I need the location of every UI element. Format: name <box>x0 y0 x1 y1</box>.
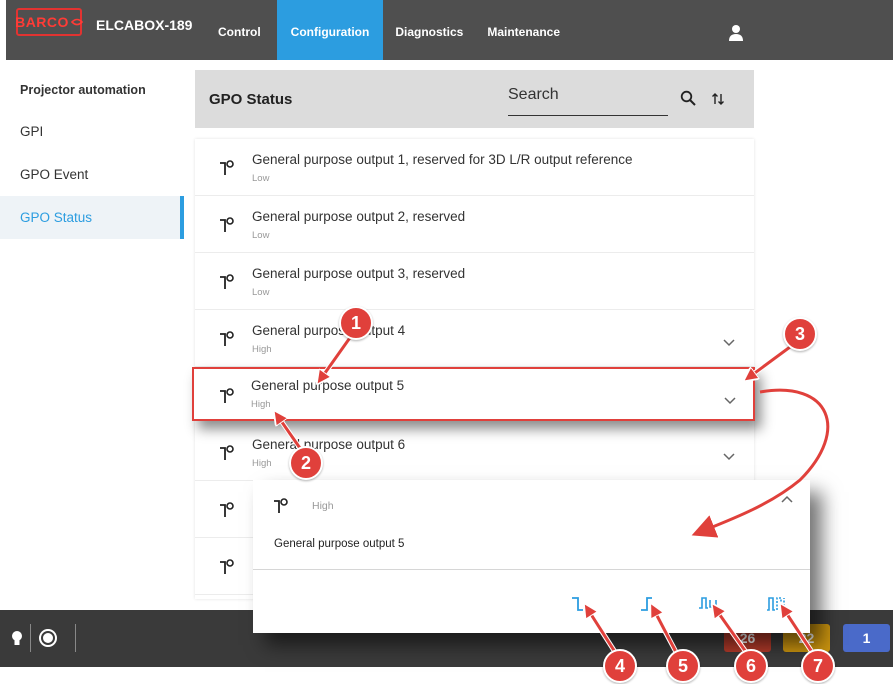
gpo-row-title: General purpose output 3, reserved <box>252 266 466 281</box>
divider <box>75 624 76 652</box>
set-low-icon[interactable] <box>567 594 589 614</box>
chevron-down-icon[interactable] <box>723 453 735 461</box>
gpo-detail-panel: High General purpose output 5 <box>253 480 810 633</box>
gpo-row-title: General purpose output 5 <box>251 378 405 393</box>
content-header: GPO Status Search <box>195 70 754 128</box>
gpo-output-icon <box>274 498 288 513</box>
pulse-high-icon[interactable] <box>697 594 719 614</box>
power-status-icon[interactable] <box>38 628 58 648</box>
sidebar-item-gpo-status[interactable]: GPO Status <box>0 196 184 239</box>
main-nav: Control Configuration Diagnostics Mainte… <box>206 0 572 60</box>
gpo-row-status: High <box>251 399 271 410</box>
callout-1: 1 <box>339 306 373 340</box>
gpo-detail-status: High <box>312 500 334 512</box>
gpo-row-status: Low <box>252 287 270 298</box>
pulse-train-icon[interactable] <box>766 594 788 614</box>
callout-5: 5 <box>666 649 700 683</box>
gpo-output-icon <box>220 559 234 574</box>
callout-6: 6 <box>734 649 768 683</box>
gpo-row-title: General purpose output 1, reserved for 3… <box>252 152 633 167</box>
gpo-output-icon <box>220 217 234 232</box>
gpo-output-icon <box>220 331 234 346</box>
callout-4: 4 <box>603 649 637 683</box>
page-title: GPO Status <box>209 91 293 108</box>
gpo-output-icon <box>220 502 234 517</box>
gpo-row-2[interactable]: General purpose output 2, reserved Low <box>195 196 754 253</box>
logo-swoosh-icon <box>70 18 83 26</box>
gpo-row-6[interactable]: General purpose output 6 High <box>195 424 754 481</box>
sidebar-item-gpo-event[interactable]: GPO Event <box>0 153 184 196</box>
gpo-detail-header: High General purpose output 5 <box>253 480 810 570</box>
logo-text: BARCO <box>15 14 69 30</box>
gpo-output-icon <box>220 274 234 289</box>
gpo-output-icon <box>220 388 234 403</box>
gpo-row-3[interactable]: General purpose output 3, reserved Low <box>195 253 754 310</box>
barco-logo: BARCO <box>15 8 83 36</box>
chevron-down-icon[interactable] <box>723 339 735 347</box>
tab-diagnostics[interactable]: Diagnostics <box>383 0 475 60</box>
info-count-badge[interactable]: 1 <box>843 624 890 652</box>
user-icon[interactable] <box>728 24 744 42</box>
search-icon[interactable] <box>680 90 696 106</box>
sidebar-title: Projector automation <box>20 83 146 97</box>
tab-configuration[interactable]: Configuration <box>276 0 384 60</box>
callout-7: 7 <box>801 649 835 683</box>
chevron-down-icon[interactable] <box>724 397 736 405</box>
sidebar-item-gpi[interactable]: GPI <box>0 110 184 153</box>
callout-3: 3 <box>783 317 817 351</box>
gpo-row-status: High <box>252 344 272 355</box>
gpo-row-4[interactable]: General purpose output 4 High <box>195 310 754 367</box>
tab-maintenance[interactable]: Maintenance <box>475 0 572 60</box>
gpo-row-5[interactable]: General purpose output 5 High <box>192 367 755 421</box>
tab-control[interactable]: Control <box>206 0 273 60</box>
gpo-row-title: General purpose output 4 <box>252 323 406 338</box>
divider <box>30 624 31 652</box>
screen: BARCO ELCABOX-189 Control Configuration … <box>0 0 893 684</box>
gpo-row-title: General purpose output 2, reserved <box>252 209 466 224</box>
gpo-row-status: Low <box>252 230 270 241</box>
gpo-detail-description: General purpose output 5 <box>274 538 405 550</box>
gpo-row-status: Low <box>252 173 270 184</box>
top-bar: BARCO ELCABOX-189 Control Configuration … <box>6 0 893 60</box>
callout-2: 2 <box>289 446 323 480</box>
sidebar: Projector automation GPI GPO Event GPO S… <box>0 70 184 239</box>
device-name: ELCABOX-189 <box>96 17 193 33</box>
set-high-icon[interactable] <box>636 594 658 614</box>
gpo-output-icon <box>220 160 234 175</box>
sort-icon[interactable] <box>711 92 725 106</box>
gpo-output-icon <box>220 445 234 460</box>
chevron-up-icon[interactable] <box>781 495 793 503</box>
gpo-row-status: High <box>252 458 272 469</box>
lamp-icon[interactable] <box>11 630 23 648</box>
search-input[interactable]: Search <box>508 86 668 116</box>
gpo-row-title: General purpose output 6 <box>252 437 406 452</box>
gpo-row-1[interactable]: General purpose output 1, reserved for 3… <box>195 139 754 196</box>
